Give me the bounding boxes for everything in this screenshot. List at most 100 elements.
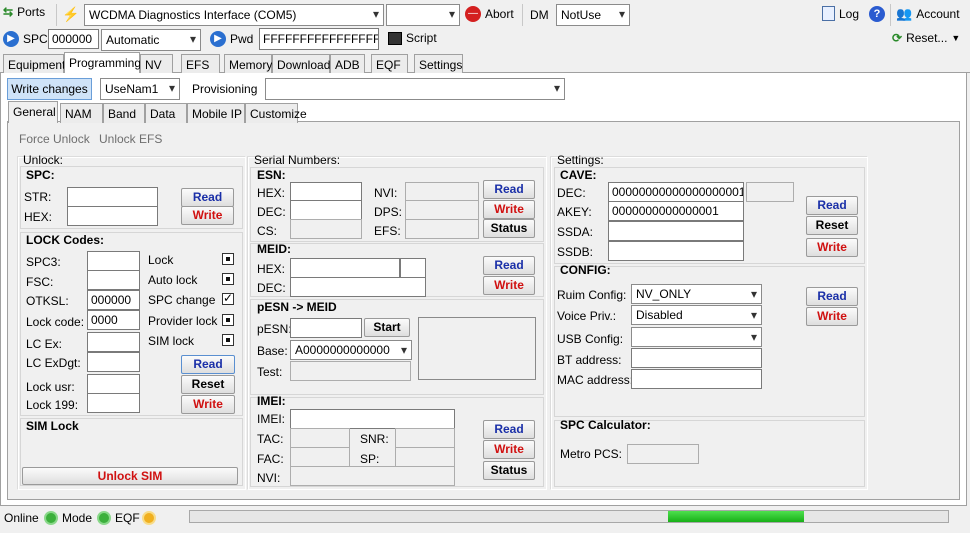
interface-select[interactable]: WCDMA Diagnostics Interface (COM5) — [84, 4, 384, 26]
ssda-input[interactable] — [608, 221, 744, 241]
provider-lock-checkbox[interactable] — [222, 314, 234, 326]
log-button[interactable]: Log — [822, 6, 859, 21]
tab-mobile-ip[interactable]: Mobile IP — [187, 103, 245, 123]
hex-input[interactable] — [67, 206, 158, 226]
pwd-input[interactable]: FFFFFFFFFFFFFFFF — [259, 28, 379, 50]
sim-lock-checkbox[interactable] — [222, 334, 234, 346]
dps-input[interactable] — [405, 200, 479, 220]
test-input[interactable] — [290, 361, 411, 381]
str-input[interactable] — [67, 187, 158, 207]
otksl-input[interactable]: 000000 — [87, 290, 140, 310]
voice-priv-select[interactable]: Disabled — [631, 305, 762, 325]
dm-select[interactable]: NotUse — [556, 4, 630, 26]
usenam-select[interactable]: UseNam1 — [100, 78, 180, 100]
imei-status-button[interactable]: Status — [483, 461, 535, 480]
esn-status-button[interactable]: Status — [483, 219, 535, 238]
start-button[interactable]: Start — [364, 318, 410, 337]
lock-write-button[interactable]: Write — [181, 395, 235, 414]
mac-address-input[interactable] — [631, 369, 762, 389]
unlock-efs-link[interactable]: Unlock EFS — [99, 132, 162, 146]
meid-hex-input[interactable] — [290, 258, 400, 278]
ruim-config-select[interactable]: NV_ONLY — [631, 284, 762, 304]
nvi-input[interactable] — [405, 182, 479, 202]
lc-exdgt-input[interactable] — [87, 352, 140, 372]
tab-equipment[interactable]: Equipment — [3, 54, 65, 74]
usb-config-select[interactable] — [631, 327, 762, 347]
account-button[interactable]: 👥 Account — [896, 6, 960, 22]
lc-ex-input[interactable] — [87, 332, 140, 352]
imei-nvi-input[interactable] — [290, 466, 455, 486]
snr-input[interactable] — [395, 428, 455, 448]
tab-nam[interactable]: NAM — [60, 103, 103, 123]
meid-write-button[interactable]: Write — [483, 276, 535, 295]
cave-write-button[interactable]: Write — [806, 238, 858, 257]
tab-settings[interactable]: Settings — [414, 54, 463, 74]
fsc-input[interactable] — [87, 270, 140, 290]
lock-checkbox[interactable] — [222, 253, 234, 265]
esn-hex-input[interactable] — [290, 182, 362, 202]
tab-programming[interactable]: Programming — [64, 52, 141, 74]
provisioning-select[interactable] — [265, 78, 565, 100]
lock-code-input[interactable]: 0000 — [87, 310, 140, 330]
efs-input[interactable] — [405, 219, 479, 239]
abort-button[interactable]: — Abort — [465, 6, 514, 22]
config-read-button[interactable]: Read — [806, 287, 858, 306]
base-select[interactable]: A0000000000000 — [290, 340, 412, 360]
esn-write-button[interactable]: Write — [483, 200, 535, 219]
spc-button[interactable]: ▶ SPC — [3, 31, 48, 47]
pwd-button[interactable]: ▶ Pwd — [210, 31, 253, 47]
reset-dropdown[interactable]: ⟳ Reset... ▼ — [892, 31, 960, 45]
tab-download[interactable]: Download — [272, 54, 330, 74]
imei-read-button[interactable]: Read — [483, 420, 535, 439]
cave-dec-input[interactable]: 00000000000000000001 — [608, 182, 744, 202]
tab-eqf[interactable]: EQF — [371, 54, 408, 74]
spc-read-button[interactable]: Read — [181, 188, 234, 207]
meid-hex-check-input[interactable] — [400, 258, 426, 278]
tab-memory[interactable]: Memory — [224, 54, 272, 74]
ssdb-input[interactable] — [608, 241, 744, 261]
lock-usr-input[interactable] — [87, 374, 140, 394]
config-write-button[interactable]: Write — [806, 307, 858, 326]
lock-199-input[interactable] — [87, 393, 140, 413]
ports-button[interactable]: ⇆ Ports — [3, 5, 45, 19]
esn-cs-input[interactable] — [290, 219, 362, 239]
lock-reset-button[interactable]: Reset — [181, 375, 235, 394]
fac-input[interactable] — [290, 447, 350, 467]
esn-read-button[interactable]: Read — [483, 180, 535, 199]
sp-input[interactable] — [395, 447, 455, 467]
pesn-input[interactable] — [290, 318, 362, 338]
tab-general[interactable]: General — [8, 101, 58, 123]
tab-nv[interactable]: NV — [140, 54, 173, 74]
spc-input[interactable]: 000000 — [48, 29, 99, 49]
tab-band[interactable]: Band — [103, 103, 145, 123]
metro-pcs-input[interactable] — [627, 444, 699, 464]
imei-write-button[interactable]: Write — [483, 440, 535, 459]
cave-dec-check-input[interactable] — [746, 182, 794, 202]
force-unlock-link[interactable]: Force Unlock — [19, 132, 90, 146]
spc-write-button[interactable]: Write — [181, 206, 234, 225]
unlock-sim-button[interactable]: Unlock SIM — [22, 467, 238, 485]
tab-data[interactable]: Data — [145, 103, 187, 123]
bt-address-input[interactable] — [631, 348, 762, 368]
mode-select[interactable]: Automatic — [101, 29, 201, 51]
cave-read-button[interactable]: Read — [806, 196, 858, 215]
meid-read-button[interactable]: Read — [483, 256, 535, 275]
connect-icon[interactable]: ⚡ — [62, 6, 80, 22]
imei-input[interactable] — [290, 409, 455, 429]
write-changes-button[interactable]: Write changes — [7, 78, 92, 100]
tab-customize[interactable]: Customize — [245, 103, 307, 123]
spc-change-checkbox[interactable] — [222, 291, 234, 305]
tab-efs[interactable]: EFS — [181, 54, 220, 74]
tac-input[interactable] — [290, 428, 350, 448]
script-button[interactable]: Script — [388, 31, 437, 45]
lock-read-button[interactable]: Read — [181, 355, 235, 374]
meid-dec-input[interactable] — [290, 277, 426, 297]
port-select[interactable] — [386, 4, 460, 26]
spc3-input[interactable] — [87, 251, 140, 271]
esn-dec-input[interactable] — [290, 200, 362, 220]
akey-input[interactable]: 0000000000000001 — [608, 201, 744, 221]
auto-lock-checkbox[interactable] — [222, 273, 234, 285]
tab-adb[interactable]: ADB — [330, 54, 365, 74]
cave-reset-button[interactable]: Reset — [806, 216, 858, 235]
help-icon[interactable]: ? — [869, 6, 885, 22]
